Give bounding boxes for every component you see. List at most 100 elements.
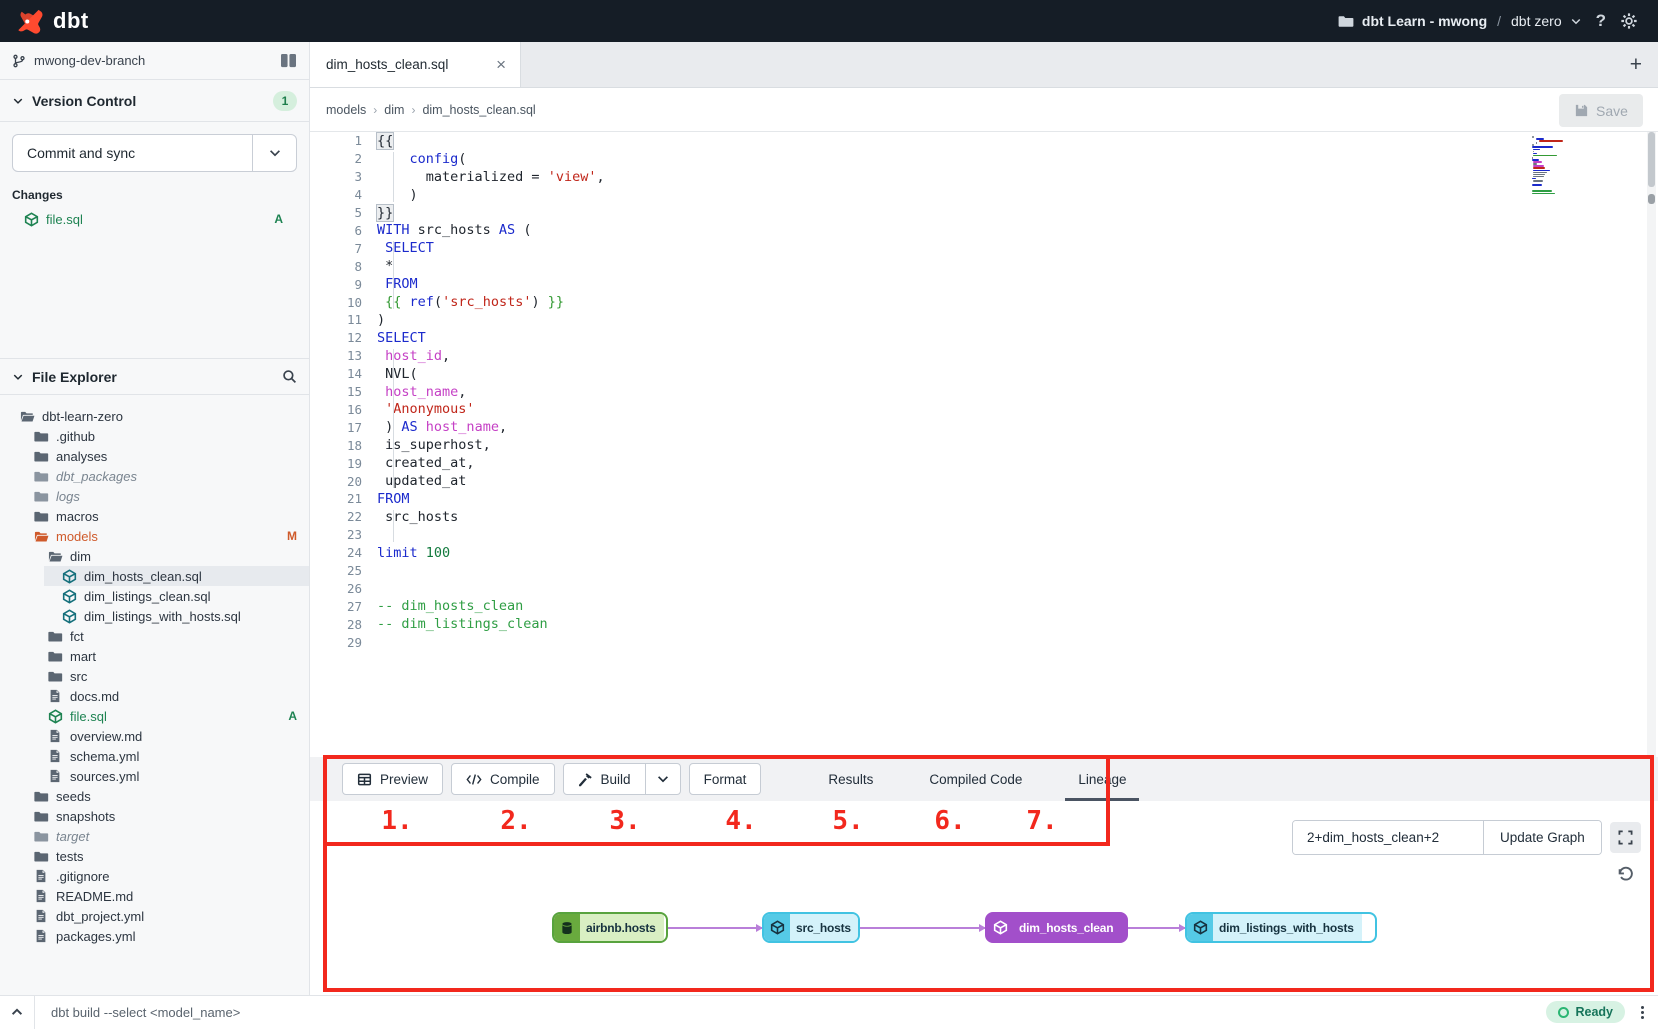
tree-item-sources-yml[interactable]: sources.yml bbox=[0, 766, 309, 786]
lineage-node-dim-listings-with-hosts[interactable]: dim_listings_with_hosts bbox=[1185, 912, 1377, 943]
new-tab-plus-icon[interactable]: + bbox=[1614, 53, 1658, 77]
tree-item-dbt-project-yml[interactable]: dbt_project.yml bbox=[0, 906, 309, 926]
lineage-selector-input[interactable] bbox=[1293, 821, 1483, 854]
tree-item-target[interactable]: target bbox=[0, 826, 309, 846]
commit-options-chevron-icon[interactable] bbox=[252, 135, 296, 171]
lineage-node-dim-hosts-clean[interactable]: dim_hosts_clean bbox=[985, 912, 1128, 943]
git-status-badge: A bbox=[274, 212, 283, 226]
tree-item-dim-listings-with-hosts-sql[interactable]: dim_listings_with_hosts.sql bbox=[0, 606, 309, 626]
kebab-menu-icon[interactable] bbox=[1641, 1006, 1644, 1019]
project-name[interactable]: dbt zero bbox=[1511, 13, 1562, 29]
format-button[interactable]: Format bbox=[689, 763, 762, 795]
tree-item-dbt-packages[interactable]: dbt_packages bbox=[0, 466, 309, 486]
tree-item-dbt-learn-zero[interactable]: dbt-learn-zero bbox=[0, 406, 309, 426]
line-number: 8 bbox=[310, 259, 362, 274]
tree-item-dim-listings-clean-sql[interactable]: dim_listings_clean.sql bbox=[0, 586, 309, 606]
dbt-logo[interactable]: dbt bbox=[0, 0, 117, 42]
editor-tab[interactable]: dim_hosts_clean.sql × bbox=[310, 42, 521, 87]
command-input[interactable]: dbt build --select <model_name> bbox=[35, 1005, 240, 1020]
tree-item-label: macros bbox=[56, 509, 99, 524]
folder-icon bbox=[48, 669, 63, 684]
cube-icon bbox=[62, 589, 77, 604]
lineage-node-src-hosts[interactable]: src_hosts bbox=[762, 912, 860, 943]
panel-tab-lineage[interactable]: Lineage bbox=[1065, 757, 1139, 801]
chevron-down-icon bbox=[12, 371, 24, 383]
tree-item-label: analyses bbox=[56, 449, 107, 464]
close-tab-icon[interactable]: × bbox=[496, 56, 506, 73]
compile-button[interactable]: Compile bbox=[451, 763, 555, 795]
tree-item-analyses[interactable]: analyses bbox=[0, 446, 309, 466]
tree-item-src[interactable]: src bbox=[0, 666, 309, 686]
tree-item-label: fct bbox=[70, 629, 84, 644]
tree-item-models[interactable]: modelsM bbox=[0, 526, 309, 546]
account-name[interactable]: dbt Learn - mwong bbox=[1362, 13, 1487, 29]
tree-item-file-sql[interactable]: file.sqlA bbox=[0, 706, 309, 726]
git-branch-icon bbox=[12, 54, 26, 68]
tree-item-dim[interactable]: dim bbox=[0, 546, 309, 566]
tree-item-label: sources.yml bbox=[70, 769, 139, 784]
fullscreen-icon[interactable] bbox=[1610, 822, 1641, 853]
tree-item-fct[interactable]: fct bbox=[0, 626, 309, 646]
git-status-badge: A bbox=[288, 709, 297, 723]
save-button[interactable]: Save bbox=[1559, 94, 1643, 127]
breadcrumb-item[interactable]: dim_hosts_clean.sql bbox=[422, 103, 535, 117]
project-chevron-down-icon[interactable] bbox=[1570, 15, 1582, 27]
collapse-panel-chevron-icon[interactable] bbox=[0, 1005, 34, 1019]
tree-item-mart[interactable]: mart bbox=[0, 646, 309, 666]
panel-tab-results[interactable]: Results bbox=[815, 757, 886, 801]
code-line: 25 bbox=[310, 562, 1638, 580]
search-icon[interactable] bbox=[282, 369, 297, 384]
line-number: 19 bbox=[310, 456, 362, 471]
line-number: 23 bbox=[310, 527, 362, 542]
tree-item-overview-md[interactable]: overview.md bbox=[0, 726, 309, 746]
changed-file-row[interactable]: file.sql A bbox=[12, 208, 297, 230]
line-number: 10 bbox=[310, 295, 362, 310]
tree-item-macros[interactable]: macros bbox=[0, 506, 309, 526]
tree-item-logs[interactable]: logs bbox=[0, 486, 309, 506]
commit-and-sync-button[interactable]: Commit and sync bbox=[12, 134, 297, 172]
file-explorer-header[interactable]: File Explorer bbox=[0, 358, 309, 395]
help-icon[interactable]: ? bbox=[1596, 11, 1606, 31]
tree-item--gitignore[interactable]: .gitignore bbox=[0, 866, 309, 886]
tree-item-schema-yml[interactable]: schema.yml bbox=[0, 746, 309, 766]
panel-tab-compiled-code[interactable]: Compiled Code bbox=[916, 757, 1035, 801]
lineage-pane[interactable]: Update Graph airbnb.hosts src_hosts dim_ho… bbox=[310, 801, 1658, 995]
lineage-node-airbnb-hosts[interactable]: airbnb.hosts bbox=[552, 912, 668, 943]
breadcrumb-item[interactable]: dim bbox=[384, 103, 404, 117]
tree-item-snapshots[interactable]: snapshots bbox=[0, 806, 309, 826]
scrollbar-thumb[interactable] bbox=[1648, 132, 1655, 187]
version-control-header[interactable]: Version Control 1 bbox=[0, 80, 309, 122]
editor-scrollbar[interactable] bbox=[1647, 132, 1656, 757]
reader-columns-icon[interactable] bbox=[280, 53, 297, 68]
preview-button[interactable]: Preview bbox=[342, 763, 443, 795]
tree-item-label: .github bbox=[56, 429, 95, 444]
reset-view-icon[interactable] bbox=[1610, 859, 1641, 890]
code-line: 24limit 100 bbox=[310, 544, 1638, 562]
gear-icon[interactable] bbox=[1620, 12, 1638, 30]
code-line: 11) bbox=[310, 311, 1638, 329]
tree-item-seeds[interactable]: seeds bbox=[0, 786, 309, 806]
branch-row[interactable]: mwong-dev-branch bbox=[0, 42, 309, 80]
folder-icon bbox=[34, 849, 49, 864]
build-button[interactable]: Build bbox=[564, 764, 645, 794]
line-number: 5 bbox=[310, 205, 362, 220]
tree-item-readme-md[interactable]: README.md bbox=[0, 886, 309, 906]
tree-item-docs-md[interactable]: docs.md bbox=[0, 686, 309, 706]
build-split-button: Build bbox=[563, 763, 681, 795]
lineage-edge bbox=[1128, 927, 1185, 929]
breadcrumb-item[interactable]: models bbox=[326, 103, 366, 117]
line-number: 16 bbox=[310, 402, 362, 417]
tree-item-tests[interactable]: tests bbox=[0, 846, 309, 866]
line-number: 17 bbox=[310, 420, 362, 435]
file-explorer-title: File Explorer bbox=[32, 369, 117, 385]
tree-item-packages-yml[interactable]: packages.yml bbox=[0, 926, 309, 946]
update-graph-button[interactable]: Update Graph bbox=[1483, 821, 1601, 854]
tree-item-label: dim_listings_with_hosts.sql bbox=[84, 609, 241, 624]
code-line: 10 {{ ref('src_hosts') }} bbox=[310, 293, 1638, 311]
tree-item-dim-hosts-clean-sql[interactable]: dim_hosts_clean.sql bbox=[0, 566, 309, 586]
commit-and-sync-label[interactable]: Commit and sync bbox=[13, 135, 252, 171]
tree-item--github[interactable]: .github bbox=[0, 426, 309, 446]
folder-icon bbox=[34, 789, 49, 804]
build-options-chevron-icon[interactable] bbox=[645, 764, 680, 794]
code-editor[interactable]: 1{{2 config(3 materialized = 'view',4 )5… bbox=[310, 132, 1658, 757]
